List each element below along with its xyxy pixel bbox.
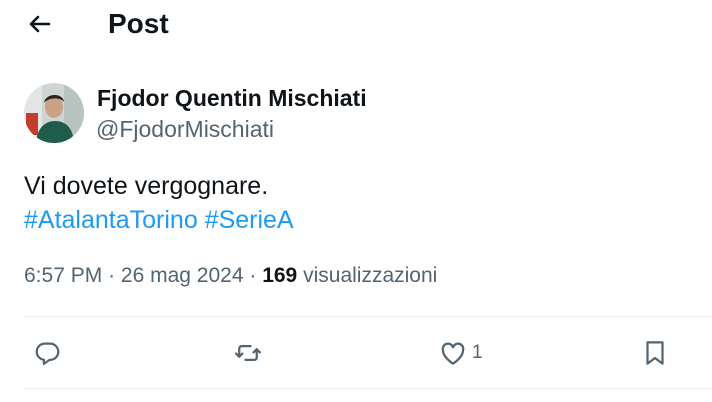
header: Post [0,0,712,50]
hashtag-atalantatorino[interactable]: #AtalantaTorino [24,206,198,234]
repost-button[interactable] [233,336,263,370]
meta-separator: · [108,264,116,287]
views-count: 169 [262,264,298,287]
bookmark-icon [646,341,664,365]
repost-icon [235,345,261,361]
hashtag-seriea[interactable]: #SerieA [205,206,294,234]
heart-icon [441,342,465,365]
divider [24,388,712,389]
post-text: Vi dovete vergognare. [24,172,269,200]
profile-photo [24,83,84,143]
arrow-left-icon [29,15,51,33]
avatar[interactable] [24,83,84,143]
back-button[interactable] [24,8,56,40]
post-date[interactable]: 26 mag 2024 [121,264,244,287]
like-count: 1 [472,342,483,363]
author-name[interactable]: Fjodor Quentin Mischiati [97,84,367,112]
reply-button[interactable] [32,336,62,370]
bookmark-button[interactable] [640,336,670,370]
page-title: Post [108,8,169,39]
hashtags: #AtalantaTorino #SerieA [24,204,294,236]
like-button[interactable]: 1 [438,336,483,370]
post-meta: 6:57 PM · 26 mag 2024 · 169 visualizzazi… [24,262,437,290]
divider [24,316,712,317]
views-label: visualizzazioni [303,264,438,287]
reply-icon [35,342,60,365]
author-handle[interactable]: @FjodorMischiati [96,115,274,143]
post-time[interactable]: 6:57 PM [24,264,102,287]
meta-separator: · [249,264,257,287]
